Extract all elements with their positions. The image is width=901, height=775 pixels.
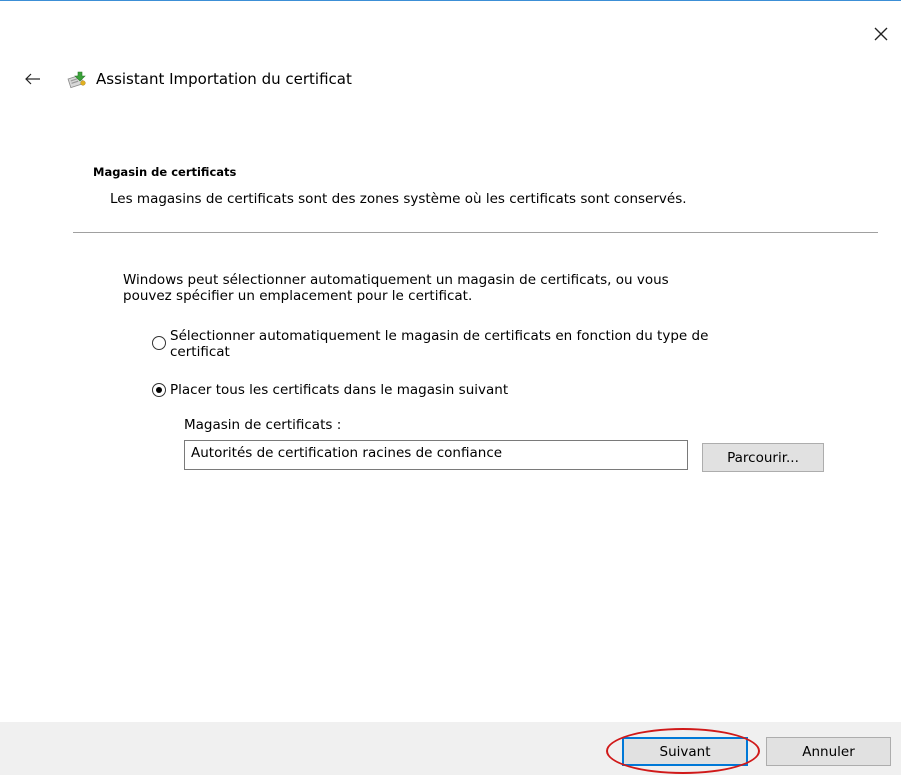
- radio-auto-select-label: Sélectionner automatiquement le magasin …: [170, 328, 708, 360]
- wizard-title: Assistant Importation du certificat: [96, 70, 352, 88]
- radio-auto-select[interactable]: Sélectionner automatiquement le magasin …: [152, 328, 708, 360]
- radio-auto-select-label-line-1: Sélectionner automatiquement le magasin …: [170, 328, 709, 344]
- section-description: Les magasins de certificats sont des zon…: [110, 191, 687, 207]
- section-title: Magasin de certificats: [93, 165, 237, 179]
- radio-auto-select-label-line-2: certificat: [170, 344, 230, 360]
- intro-line-2: pouvez spécifier un emplacement pour le …: [123, 288, 473, 304]
- intro-line-1: Windows peut sélectionner automatiquemen…: [123, 272, 669, 288]
- close-button[interactable]: [866, 20, 896, 48]
- close-icon: [874, 27, 888, 41]
- wizard-header: Assistant Importation du certificat: [22, 66, 352, 92]
- radio-place-in-store[interactable]: Placer tous les certificats dans le maga…: [152, 382, 508, 398]
- header-divider: [73, 232, 878, 233]
- radio-place-in-store-label: Placer tous les certificats dans le maga…: [170, 382, 509, 398]
- radio-selected-dot: [156, 387, 162, 393]
- radio-button-unchecked[interactable]: [152, 336, 166, 350]
- next-button[interactable]: Suivant: [622, 737, 748, 766]
- window-top-border: [0, 0, 901, 1]
- certificate-store-field[interactable]: Autorités de certification racines de co…: [184, 440, 688, 470]
- certificate-import-wizard-window: Assistant Importation du certificat Maga…: [0, 0, 901, 775]
- intro-text: Windows peut sélectionner automatiquemen…: [123, 272, 823, 304]
- certificate-wizard-icon: [67, 71, 86, 89]
- back-button[interactable]: [22, 69, 44, 89]
- certificate-store-label: Magasin de certificats :: [184, 417, 342, 433]
- radio-button-checked[interactable]: [152, 383, 166, 397]
- cancel-button[interactable]: Annuler: [766, 737, 891, 766]
- browse-button[interactable]: Parcourir...: [702, 443, 824, 472]
- back-arrow-icon: [25, 73, 40, 85]
